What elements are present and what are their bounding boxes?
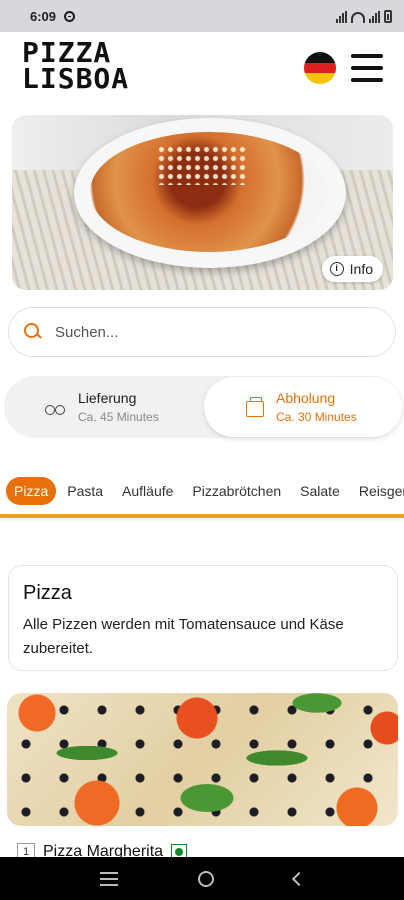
- pickup-time: Ca. 30 Minutes: [276, 410, 357, 424]
- info-label: Info: [349, 261, 373, 277]
- flag-stripe-red: [304, 62, 336, 74]
- battery-icon: [384, 10, 392, 23]
- pizza-lisboa-logo[interactable]: PIZZA LISBOA: [22, 39, 130, 95]
- tab-auflaeufe[interactable]: Aufläufe: [114, 477, 181, 505]
- delivery-label: Lieferung: [78, 390, 137, 406]
- notification-icon: [64, 10, 76, 22]
- tab-reisgerichte[interactable]: Reisgerichte: [351, 477, 404, 505]
- pickup-label: Abholung: [276, 390, 336, 406]
- tab-pasta[interactable]: Pasta: [59, 477, 111, 505]
- signal-icon-2: [369, 11, 380, 23]
- takeaway-box-icon: [246, 397, 264, 417]
- logo-line-2: LISBOA: [22, 62, 130, 95]
- app-header: PIZZA LISBOA: [0, 32, 404, 108]
- recent-apps-icon[interactable]: [100, 871, 118, 886]
- bike-icon: [44, 396, 66, 418]
- pickup-option[interactable]: Abholung Ca. 30 Minutes: [204, 377, 402, 437]
- search-icon: [23, 322, 43, 342]
- status-bar: 6:09: [0, 0, 404, 32]
- signal-icon: [336, 11, 347, 23]
- category-info-card: Pizza Alle Pizzen werden mit Tomatensauc…: [8, 565, 398, 671]
- home-icon[interactable]: [198, 870, 214, 887]
- hero-banner-image: i Info: [12, 115, 393, 290]
- flag-stripe-black: [304, 52, 336, 63]
- delivery-option[interactable]: Lieferung Ca. 45 Minutes: [44, 376, 159, 438]
- search-bar[interactable]: [8, 307, 396, 357]
- hero-cheese: [157, 145, 247, 185]
- category-description: Alle Pizzen werden mit Tomatensauce und …: [23, 616, 344, 657]
- product-image-pizza[interactable]: [7, 693, 398, 826]
- status-time: 6:09: [30, 8, 57, 24]
- category-tabs: Pizza Pasta Aufläufe Pizzabrötchen Salat…: [0, 474, 404, 508]
- back-icon[interactable]: [291, 871, 307, 886]
- wifi-icon: [351, 12, 365, 23]
- category-tabs-underline: [0, 514, 404, 518]
- android-nav-bar: [0, 857, 404, 900]
- flag-stripe-gold: [304, 73, 336, 84]
- germany-flag-icon[interactable]: [304, 52, 336, 84]
- delivery-mode-toggle: Lieferung Ca. 45 Minutes Abholung Ca. 30…: [4, 376, 402, 438]
- delivery-time: Ca. 45 Minutes: [78, 410, 159, 424]
- info-button[interactable]: i Info: [321, 256, 383, 282]
- tab-pizzabroetchen[interactable]: Pizzabrötchen: [184, 477, 289, 505]
- hamburger-menu-icon[interactable]: [351, 54, 383, 82]
- info-icon: i: [329, 262, 344, 276]
- status-icons: [336, 9, 392, 23]
- tab-pizza[interactable]: Pizza: [6, 477, 57, 505]
- tab-salate[interactable]: Salate: [292, 477, 348, 505]
- category-title: Pizza: [23, 582, 72, 604]
- search-input[interactable]: [55, 323, 355, 341]
